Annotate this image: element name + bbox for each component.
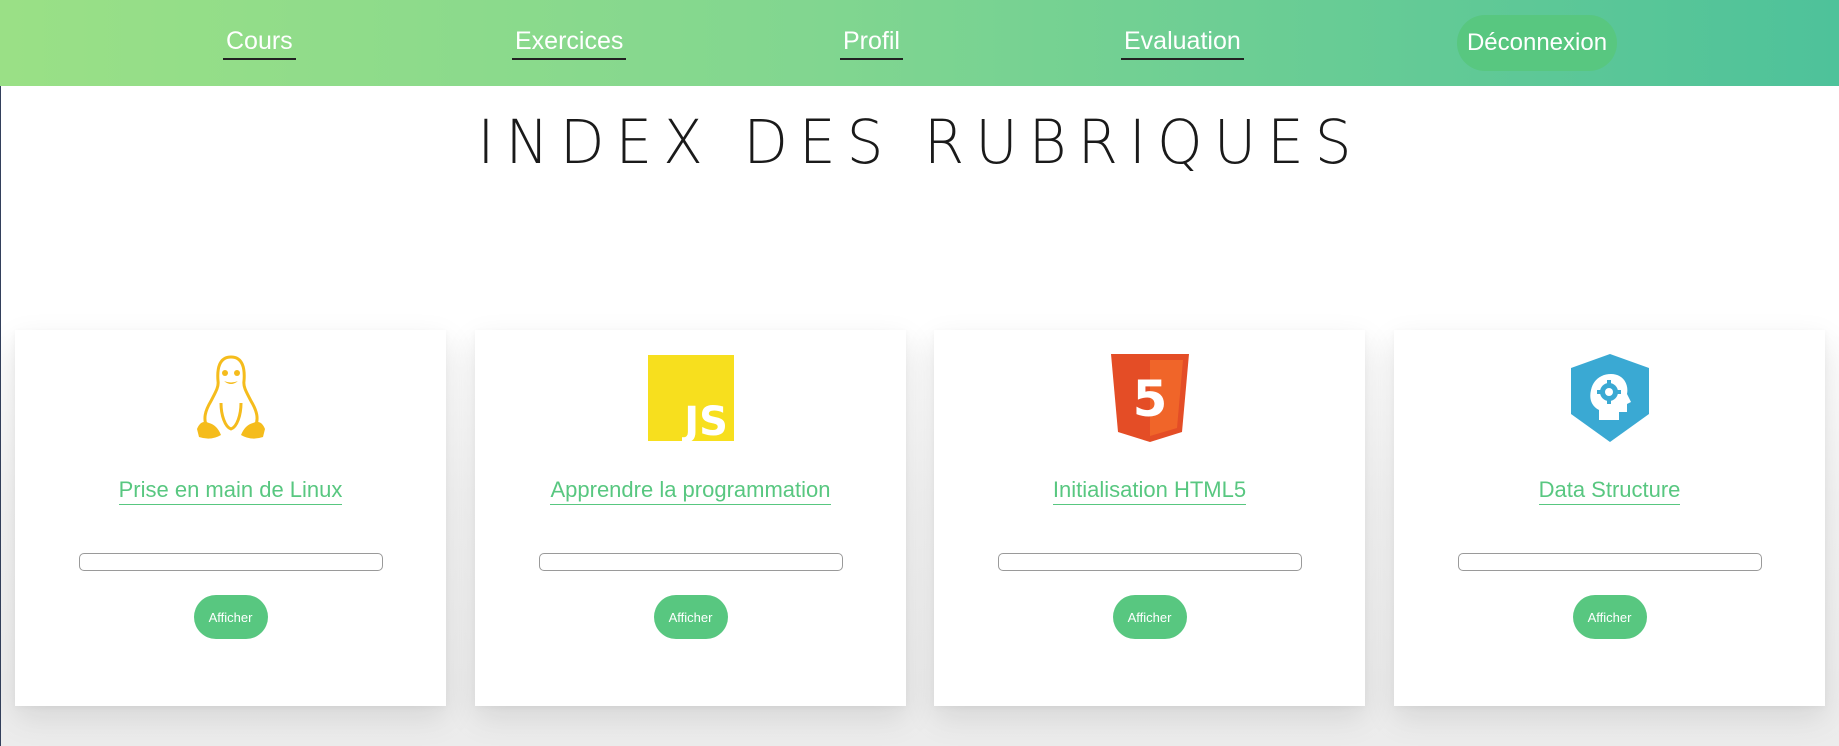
nav-link-cours[interactable]: Cours: [223, 26, 296, 60]
show-course-button[interactable]: Afficher: [1572, 595, 1647, 639]
page-title-text: INDEX DES RUBRIQUES: [477, 106, 1363, 178]
top-navbar: Cours Exercices Profil Evaluation Déconn…: [0, 0, 1839, 86]
nav-link-evaluation[interactable]: Evaluation: [1121, 26, 1244, 60]
show-course-button[interactable]: Afficher: [1112, 595, 1187, 639]
course-progress-bar: [998, 553, 1302, 571]
html5-icon: 5: [1105, 353, 1195, 443]
course-card-javascript: JS Apprendre la programmation Afficher: [475, 330, 906, 706]
logout-button[interactable]: Déconnexion: [1457, 15, 1617, 71]
course-card-html5: 5 Initialisation HTML5 Afficher: [934, 330, 1365, 706]
js-icon-text: JS: [681, 399, 728, 441]
nav-link-profil[interactable]: Profil: [840, 26, 903, 60]
nav-link-exercices[interactable]: Exercices: [512, 26, 627, 60]
course-card-linux: Prise en main de Linux Afficher: [15, 330, 446, 706]
show-course-button[interactable]: Afficher: [193, 595, 268, 639]
javascript-icon: JS: [646, 353, 736, 443]
html5-icon-text: 5: [1132, 370, 1167, 428]
data-structure-icon: [1565, 353, 1655, 443]
course-title-link[interactable]: Data Structure: [1538, 477, 1681, 505]
course-progress-bar: [1458, 553, 1762, 571]
linux-icon: [186, 353, 276, 443]
course-title-link[interactable]: Initialisation HTML5: [1052, 477, 1247, 505]
course-card-data-structure: Data Structure Afficher: [1394, 330, 1825, 706]
course-progress-bar: [539, 553, 843, 571]
course-title-link[interactable]: Prise en main de Linux: [118, 477, 343, 505]
course-progress-bar: [79, 553, 383, 571]
show-course-button[interactable]: Afficher: [653, 595, 728, 639]
page-title: INDEX DES RUBRIQUES: [1, 106, 1839, 178]
course-title-link[interactable]: Apprendre la programmation: [550, 477, 831, 505]
